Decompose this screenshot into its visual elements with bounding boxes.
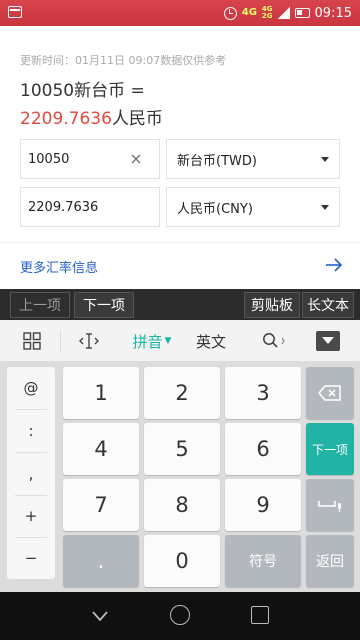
cursor-move-icon[interactable]: [72, 320, 106, 362]
clipboard-button[interactable]: 剪贴板: [244, 292, 300, 318]
space-key[interactable]: [306, 479, 354, 531]
network-4g-label: 4G: [241, 7, 257, 18]
alarm-icon: [223, 6, 237, 20]
battery-icon: [294, 8, 310, 18]
divider: [0, 242, 360, 243]
pinyin-label: 拼音: [132, 332, 163, 351]
key-6[interactable]: 6: [225, 423, 301, 475]
key-5[interactable]: 5: [144, 423, 220, 475]
symbol-key[interactable]: −: [7, 537, 55, 579]
pinyin-mode-button[interactable]: 拼音 ▼: [124, 320, 180, 362]
key-1[interactable]: 1: [63, 367, 139, 419]
symbol-key[interactable]: :: [7, 410, 55, 452]
symbol-key[interactable]: +: [7, 495, 55, 537]
chevron-down-icon: [321, 205, 329, 210]
grid-icon: [23, 332, 41, 350]
caret-down-icon: ▼: [164, 336, 172, 346]
key-4[interactable]: 4: [63, 423, 139, 475]
result-amount-field[interactable]: 2209.7636: [20, 187, 160, 227]
search-icon: [263, 333, 285, 348]
back-icon[interactable]: [90, 606, 110, 626]
conversion-result: 2209.7636人民币: [20, 104, 163, 129]
amount-input-value: 10050: [28, 151, 70, 167]
english-mode-button[interactable]: 英文: [188, 320, 234, 362]
network-small-bottom: 2G: [261, 12, 273, 20]
target-currency-select[interactable]: 人民币(CNY): [166, 187, 340, 227]
collapse-keyboard-button[interactable]: [316, 331, 340, 351]
space-mic-icon: [318, 501, 341, 512]
long-text-button[interactable]: 长文本: [302, 292, 354, 318]
home-icon[interactable]: [170, 605, 190, 625]
text-cursor-icon: [79, 333, 99, 349]
prev-field-button[interactable]: 上一项: [10, 292, 70, 318]
symbol-key[interactable]: ,: [7, 453, 55, 495]
key-0[interactable]: 0: [144, 535, 220, 587]
dot-key[interactable]: .: [63, 535, 139, 587]
status-bar: 4G 4G 2G 09:15: [0, 0, 360, 26]
grid-menu-icon[interactable]: [18, 320, 46, 362]
next-item-key[interactable]: 下一项: [306, 423, 354, 475]
next-field-button[interactable]: 下一项: [74, 292, 134, 318]
symbol-key-button[interactable]: 符号: [225, 535, 301, 587]
amount-input[interactable]: 10050: [20, 139, 160, 179]
result-currency: 人民币: [111, 109, 163, 129]
more-rates-link[interactable]: 更多汇率信息: [20, 257, 98, 276]
update-time: 更新时间：01月11日 09:07数据仅供参考: [20, 54, 227, 67]
ime-bar: [0, 320, 360, 362]
key-7[interactable]: 7: [63, 479, 139, 531]
backspace-key[interactable]: [306, 367, 354, 419]
recents-icon[interactable]: [251, 606, 269, 624]
key-8[interactable]: 8: [144, 479, 220, 531]
clear-icon[interactable]: [129, 152, 143, 166]
result-amount-value: 2209.7636: [28, 199, 99, 215]
network-small-label: 4G 2G: [262, 6, 273, 20]
status-icons: 4G 4G 2G 09:15: [223, 0, 352, 26]
source-currency-select[interactable]: 新台币(TWD): [166, 139, 340, 179]
notification-app-icon: [8, 6, 22, 18]
clock: 09:15: [314, 5, 352, 21]
return-key[interactable]: 返回: [306, 535, 354, 587]
signal-icon: [277, 7, 290, 19]
source-currency-label: 新台币(TWD): [177, 153, 257, 169]
backspace-icon: [318, 385, 341, 401]
symbol-key[interactable]: @: [7, 367, 55, 409]
conversion-source: 10050新台币 =: [20, 81, 145, 101]
key-9[interactable]: 9: [225, 479, 301, 531]
arrow-right-icon[interactable]: [324, 256, 344, 274]
result-amount: 2209.7636: [20, 109, 112, 129]
key-2[interactable]: 2: [144, 367, 220, 419]
ime-separator: [60, 330, 61, 352]
search-button[interactable]: [254, 320, 294, 362]
target-currency-label: 人民币(CNY): [177, 201, 253, 217]
key-3[interactable]: 3: [225, 367, 301, 419]
chevron-down-icon: [321, 157, 329, 162]
